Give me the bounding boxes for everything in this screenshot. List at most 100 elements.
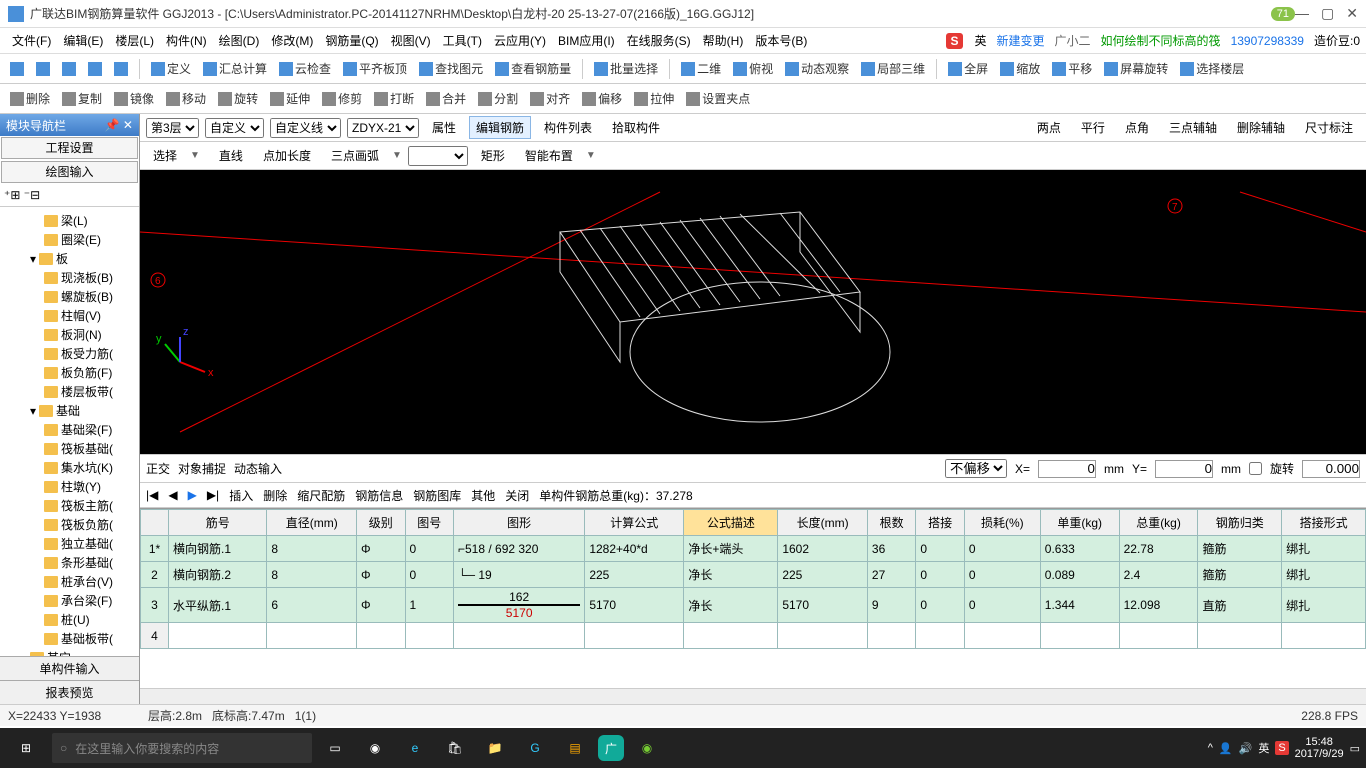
collapse-icon[interactable]: ⁻⊟ [24, 188, 40, 202]
minimize-button[interactable]: — [1295, 5, 1309, 22]
axis-2[interactable]: 点角 [1118, 116, 1156, 139]
edit-12[interactable]: 拉伸 [630, 88, 678, 109]
menu-item[interactable]: 工具(T) [437, 32, 488, 49]
toolbar-2[interactable]: 云检查 [275, 58, 335, 79]
open-icon[interactable] [32, 60, 54, 78]
cell[interactable]: 3 [141, 588, 169, 623]
close-button[interactable]: ✕ [1346, 5, 1358, 22]
edit-2[interactable]: 镜像 [110, 88, 158, 109]
tree-node[interactable]: 基础梁(F) [2, 420, 137, 439]
edit-8[interactable]: 合并 [422, 88, 470, 109]
floor-select[interactable]: 第3层 [146, 118, 199, 138]
edit-7[interactable]: 打断 [370, 88, 418, 109]
cell[interactable]: 绑扎 [1282, 588, 1366, 623]
tree-node[interactable]: 筏板基础( [2, 439, 137, 458]
cell[interactable]: 5170 [585, 588, 684, 623]
col-header[interactable]: 图形 [453, 510, 584, 536]
menu-item[interactable]: 版本号(B) [749, 32, 813, 49]
tree-node[interactable]: 梁(L) [2, 211, 137, 230]
col-header[interactable]: 级别 [357, 510, 405, 536]
tree-node[interactable]: 现浇板(B) [2, 268, 137, 287]
other-button[interactable]: 其他 [471, 487, 495, 504]
col-header[interactable]: 图号 [405, 510, 453, 536]
edit-6[interactable]: 修剪 [318, 88, 366, 109]
cell[interactable]: Φ [357, 562, 405, 588]
new-icon[interactable] [6, 60, 28, 78]
custom-line-select[interactable]: 自定义线 [270, 118, 341, 138]
cell[interactable]: 横向钢筋.1 [169, 536, 267, 562]
axis-0[interactable]: 两点 [1030, 116, 1068, 139]
tree-node[interactable]: 柱墩(Y) [2, 477, 137, 496]
object-snap-button[interactable]: 对象捕捉 [178, 460, 226, 477]
line-button[interactable]: 直线 [212, 144, 250, 167]
cell[interactable] [778, 623, 868, 649]
windows-start-button[interactable]: ⊞ [6, 728, 46, 768]
sogou-ime-icon[interactable]: S [946, 33, 962, 49]
col-header[interactable]: 钢筋归类 [1198, 510, 1282, 536]
menu-item[interactable]: 在线服务(S) [621, 32, 697, 49]
cell[interactable]: 0.633 [1040, 536, 1119, 562]
cell[interactable] [1282, 623, 1366, 649]
edit-11[interactable]: 偏移 [578, 88, 626, 109]
store-icon[interactable]: 🛍 [438, 731, 472, 765]
toolbar-5[interactable]: 查看钢筋量 [491, 58, 575, 79]
cell[interactable]: 5170 [778, 588, 868, 623]
cell[interactable]: 1602 [778, 536, 868, 562]
cell[interactable] [916, 623, 964, 649]
tree-node[interactable]: 筏板主筋( [2, 496, 137, 515]
toolbar-4[interactable]: 查找图元 [415, 58, 487, 79]
col-header[interactable]: 计算公式 [585, 510, 684, 536]
tray-up-icon[interactable]: ^ [1208, 742, 1213, 754]
cell[interactable]: 箍筋 [1198, 562, 1282, 588]
menu-item[interactable]: BIM应用(I) [552, 32, 621, 49]
nav-last-icon[interactable]: ▶| [207, 488, 219, 502]
edge-icon[interactable]: e [398, 731, 432, 765]
tree-node[interactable]: ▾ 基础 [2, 401, 137, 420]
col-header[interactable]: 总重(kg) [1119, 510, 1198, 536]
save-icon[interactable] [58, 60, 80, 78]
smart-layout-button[interactable]: 智能布置 [518, 144, 580, 167]
expand-icon[interactable]: ⁺⊞ [4, 188, 20, 202]
app1-icon[interactable]: G [518, 731, 552, 765]
phone-number[interactable]: 13907298339 [1231, 34, 1304, 48]
menu-item[interactable]: 钢筋量(Q) [319, 32, 384, 49]
component-list-button[interactable]: 构件列表 [537, 116, 599, 139]
cell[interactable]: 1* [141, 536, 169, 562]
cell[interactable] [169, 623, 267, 649]
scale-rebar-button[interactable]: 缩尺配筋 [297, 487, 345, 504]
tray-ime-label[interactable]: 英 [1258, 740, 1269, 756]
cell[interactable]: 2 [141, 562, 169, 588]
tree-node[interactable]: 柱帽(V) [2, 306, 137, 325]
edit-0[interactable]: 删除 [6, 88, 54, 109]
toolbar-0[interactable]: 定义 [147, 58, 195, 79]
rebar-table[interactable]: 筋号直径(mm)级别图号图形计算公式公式描述长度(mm)根数搭接损耗(%)单重(… [140, 509, 1366, 649]
cell[interactable]: 净长+端头 [684, 536, 778, 562]
tray-people-icon[interactable]: 👤 [1219, 742, 1233, 755]
cell[interactable]: 箍筋 [1198, 536, 1282, 562]
rebar-library-button[interactable]: 钢筋图库 [413, 487, 461, 504]
tray-date[interactable]: 2017/9/29 [1295, 748, 1344, 760]
offset-select[interactable]: 不偏移 [945, 459, 1007, 478]
col-header[interactable]: 根数 [867, 510, 915, 536]
redo-icon[interactable] [110, 60, 132, 78]
cell[interactable]: 净长 [684, 588, 778, 623]
toolbar-6[interactable]: 批量选择 [590, 58, 662, 79]
cell[interactable]: ⌐518 / 692 320 [453, 536, 584, 562]
cell[interactable]: 1625170 [453, 588, 584, 623]
app3-icon[interactable]: 广 [598, 735, 624, 761]
cell[interactable] [453, 623, 584, 649]
tree-node[interactable]: 承台梁(F) [2, 591, 137, 610]
cell[interactable]: Φ [357, 536, 405, 562]
dynamic-input-button[interactable]: 动态输入 [234, 460, 282, 477]
menu-item[interactable]: 绘图(D) [213, 32, 266, 49]
cell[interactable]: 0 [405, 536, 453, 562]
axis-3[interactable]: 三点辅轴 [1162, 116, 1224, 139]
tree-node[interactable]: 筏板负筋( [2, 515, 137, 534]
horizontal-scrollbar[interactable] [140, 688, 1366, 704]
tree-node[interactable]: 基础板带( [2, 629, 137, 648]
tray-time[interactable]: 15:48 [1295, 736, 1344, 748]
tab-project-settings[interactable]: 工程设置 [1, 137, 138, 159]
cell[interactable] [1119, 623, 1198, 649]
menu-item[interactable]: 构件(N) [160, 32, 213, 49]
attribute-button[interactable]: 属性 [425, 116, 463, 139]
